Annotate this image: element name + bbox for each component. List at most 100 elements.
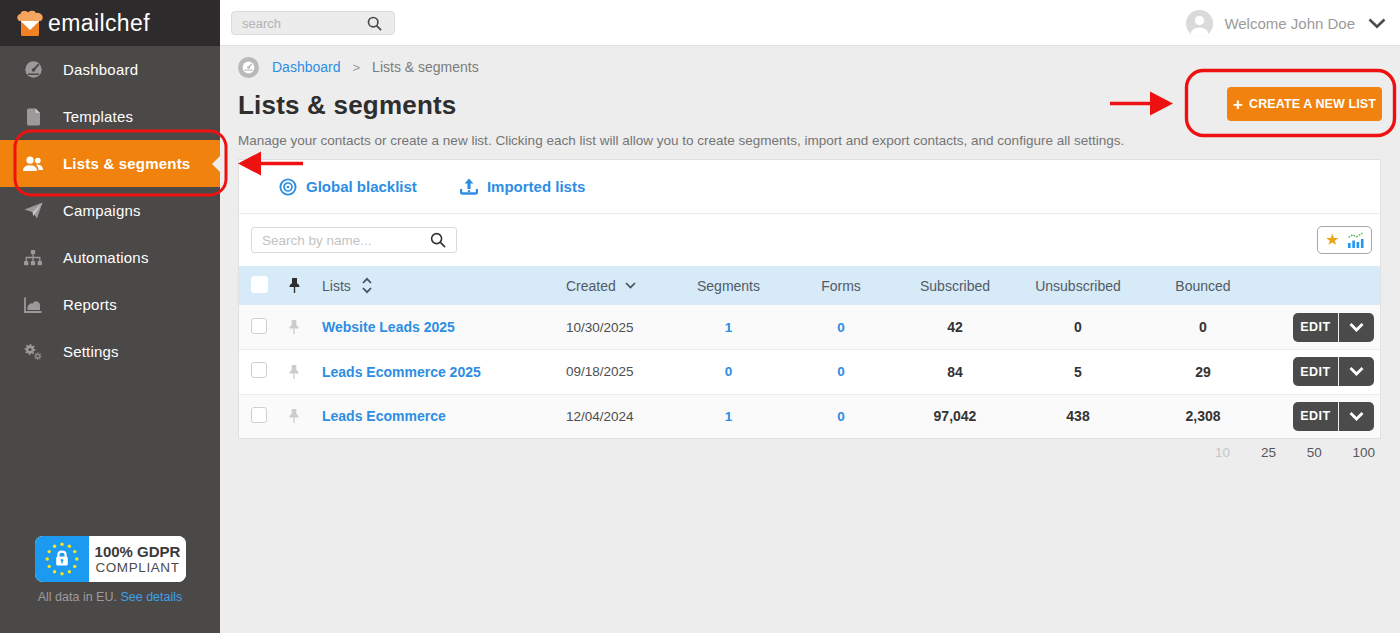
breadcrumb-home-icon[interactable] (238, 57, 259, 78)
global-search (231, 11, 395, 35)
star-icon: ★ (1325, 232, 1339, 248)
edit-dropdown-button[interactable] (1338, 402, 1374, 431)
list-search (251, 227, 457, 253)
avatar (1186, 10, 1213, 37)
users-icon (22, 154, 44, 174)
segments-count-link[interactable]: 1 (661, 409, 796, 424)
sidebar-item-reports[interactable]: Reports (0, 281, 220, 328)
forms-count-link[interactable]: 0 (796, 320, 886, 335)
pagination: 10 25 50 100 (238, 445, 1381, 460)
unsubscribed-count: 438 (1024, 408, 1132, 424)
segments-count-link[interactable]: 0 (661, 364, 796, 379)
imported-lists-label: Imported lists (487, 178, 585, 195)
pin-icon[interactable] (279, 408, 309, 424)
edit-dropdown-button[interactable] (1338, 357, 1374, 386)
table-row: Leads Ecommerce 2025 09/18/2025 0 0 84 5… (239, 349, 1380, 393)
list-created: 12/04/2024 (556, 409, 661, 424)
gdpr-see-details-link[interactable]: See details (120, 590, 182, 604)
list-name-link[interactable]: Website Leads 2025 (322, 319, 455, 335)
gdpr-line2: COMPLIANT (95, 560, 179, 575)
sidebar-item-templates[interactable]: Templates (0, 93, 220, 140)
header-unsubscribed[interactable]: Unsubscribed (1024, 278, 1132, 294)
lists-panel: Global blacklist Imported lists (238, 159, 1381, 439)
sidebar-item-automations[interactable]: Automations (0, 234, 220, 281)
table-row: Website Leads 2025 10/30/2025 1 0 42 0 0… (239, 305, 1380, 349)
bounced-count: 0 (1132, 319, 1274, 335)
logo[interactable]: emailchef (0, 0, 220, 46)
table-row: Leads Ecommerce 12/04/2024 1 0 97,042 43… (239, 394, 1380, 438)
list-name-link[interactable]: Leads Ecommerce (322, 408, 446, 424)
select-all-checkbox[interactable] (251, 276, 268, 293)
sidebar-item-label: Lists & segments (63, 155, 190, 172)
edit-dropdown-button[interactable] (1338, 313, 1374, 342)
sidebar-item-label: Templates (63, 108, 133, 125)
subscribed-count: 97,042 (886, 408, 1024, 424)
active-item-notch (212, 156, 220, 172)
row-checkbox[interactable] (251, 407, 267, 423)
panel-toolbar: ★ (239, 214, 1380, 266)
header-segments[interactable]: Segments (661, 278, 796, 294)
bounced-count: 2,308 (1132, 408, 1274, 424)
imported-lists-link[interactable]: Imported lists (460, 178, 585, 196)
list-created: 09/18/2025 (556, 364, 661, 379)
breadcrumb-dashboard-link[interactable]: Dashboard (272, 59, 341, 75)
list-created: 10/30/2025 (556, 320, 661, 335)
page-size-10[interactable]: 10 (1215, 445, 1230, 460)
main-content: Dashboard > Lists & segments Lists & seg… (220, 46, 1400, 633)
pin-header-icon[interactable] (279, 277, 309, 294)
gdpr-caption: All data in EU. See details (0, 590, 220, 604)
gdpr-caption-text: All data in EU. (38, 590, 117, 604)
page-size-50[interactable]: 50 (1307, 445, 1322, 460)
pin-icon[interactable] (279, 319, 309, 335)
pin-icon[interactable] (279, 364, 309, 380)
brand-name: emailchef (48, 10, 150, 37)
global-search-input[interactable] (232, 16, 367, 31)
bounced-count: 29 (1132, 364, 1274, 380)
sidebar-item-lists-segments[interactable]: Lists & segments (0, 140, 220, 187)
sort-icon (361, 277, 373, 294)
row-checkbox[interactable] (251, 318, 267, 334)
chevron-down-icon (1368, 18, 1386, 29)
forms-count-link[interactable]: 0 (796, 364, 886, 379)
list-name-link[interactable]: Leads Ecommerce 2025 (322, 364, 481, 380)
sidebar-item-label: Campaigns (63, 202, 141, 219)
edit-button[interactable]: EDIT (1293, 313, 1338, 342)
chevron-down-icon (625, 282, 636, 289)
header-created[interactable]: Created (556, 278, 661, 294)
sidebar-item-label: Automations (63, 249, 149, 266)
page-size-25[interactable]: 25 (1261, 445, 1276, 460)
forms-count-link[interactable]: 0 (796, 409, 886, 424)
create-new-list-button[interactable]: + CREATE A NEW LIST (1227, 87, 1382, 121)
sidebar-item-label: Dashboard (63, 61, 138, 78)
sidebar-item-label: Settings (63, 343, 119, 360)
row-checkbox[interactable] (251, 362, 267, 378)
target-icon (279, 178, 297, 196)
header-forms[interactable]: Forms (796, 278, 886, 294)
eu-lock-icon (35, 536, 89, 582)
unsubscribed-count: 5 (1024, 364, 1132, 380)
gdpr-badge: 100% GDPR COMPLIANT (35, 536, 186, 582)
breadcrumb-separator: > (353, 60, 361, 75)
breadcrumb-current: Lists & segments (372, 59, 479, 75)
header-bounced[interactable]: Bounced (1132, 278, 1274, 294)
create-new-list-label: CREATE A NEW LIST (1249, 97, 1376, 111)
global-blacklist-link[interactable]: Global blacklist (279, 178, 417, 196)
segments-count-link[interactable]: 1 (661, 320, 796, 335)
user-menu[interactable]: Welcome John Doe (1186, 0, 1386, 46)
edit-button[interactable]: EDIT (1293, 357, 1338, 386)
search-icon[interactable] (430, 232, 446, 248)
table-header: Lists Created Segments Forms Subsc (239, 266, 1380, 305)
unsubscribed-count: 0 (1024, 319, 1132, 335)
gdpr-line1: 100% GDPR (95, 543, 181, 560)
header-subscribed[interactable]: Subscribed (886, 278, 1024, 294)
header-lists[interactable]: Lists (309, 277, 556, 294)
upload-icon (460, 178, 478, 196)
favorites-stats-button[interactable]: ★ (1317, 226, 1372, 254)
page-size-100[interactable]: 100 (1352, 445, 1375, 460)
edit-button[interactable]: EDIT (1293, 402, 1338, 431)
sidebar-item-settings[interactable]: Settings (0, 328, 220, 375)
search-icon[interactable] (367, 16, 382, 31)
sidebar-item-dashboard[interactable]: Dashboard (0, 46, 220, 93)
list-search-input[interactable] (252, 233, 430, 248)
sidebar-item-campaigns[interactable]: Campaigns (0, 187, 220, 234)
